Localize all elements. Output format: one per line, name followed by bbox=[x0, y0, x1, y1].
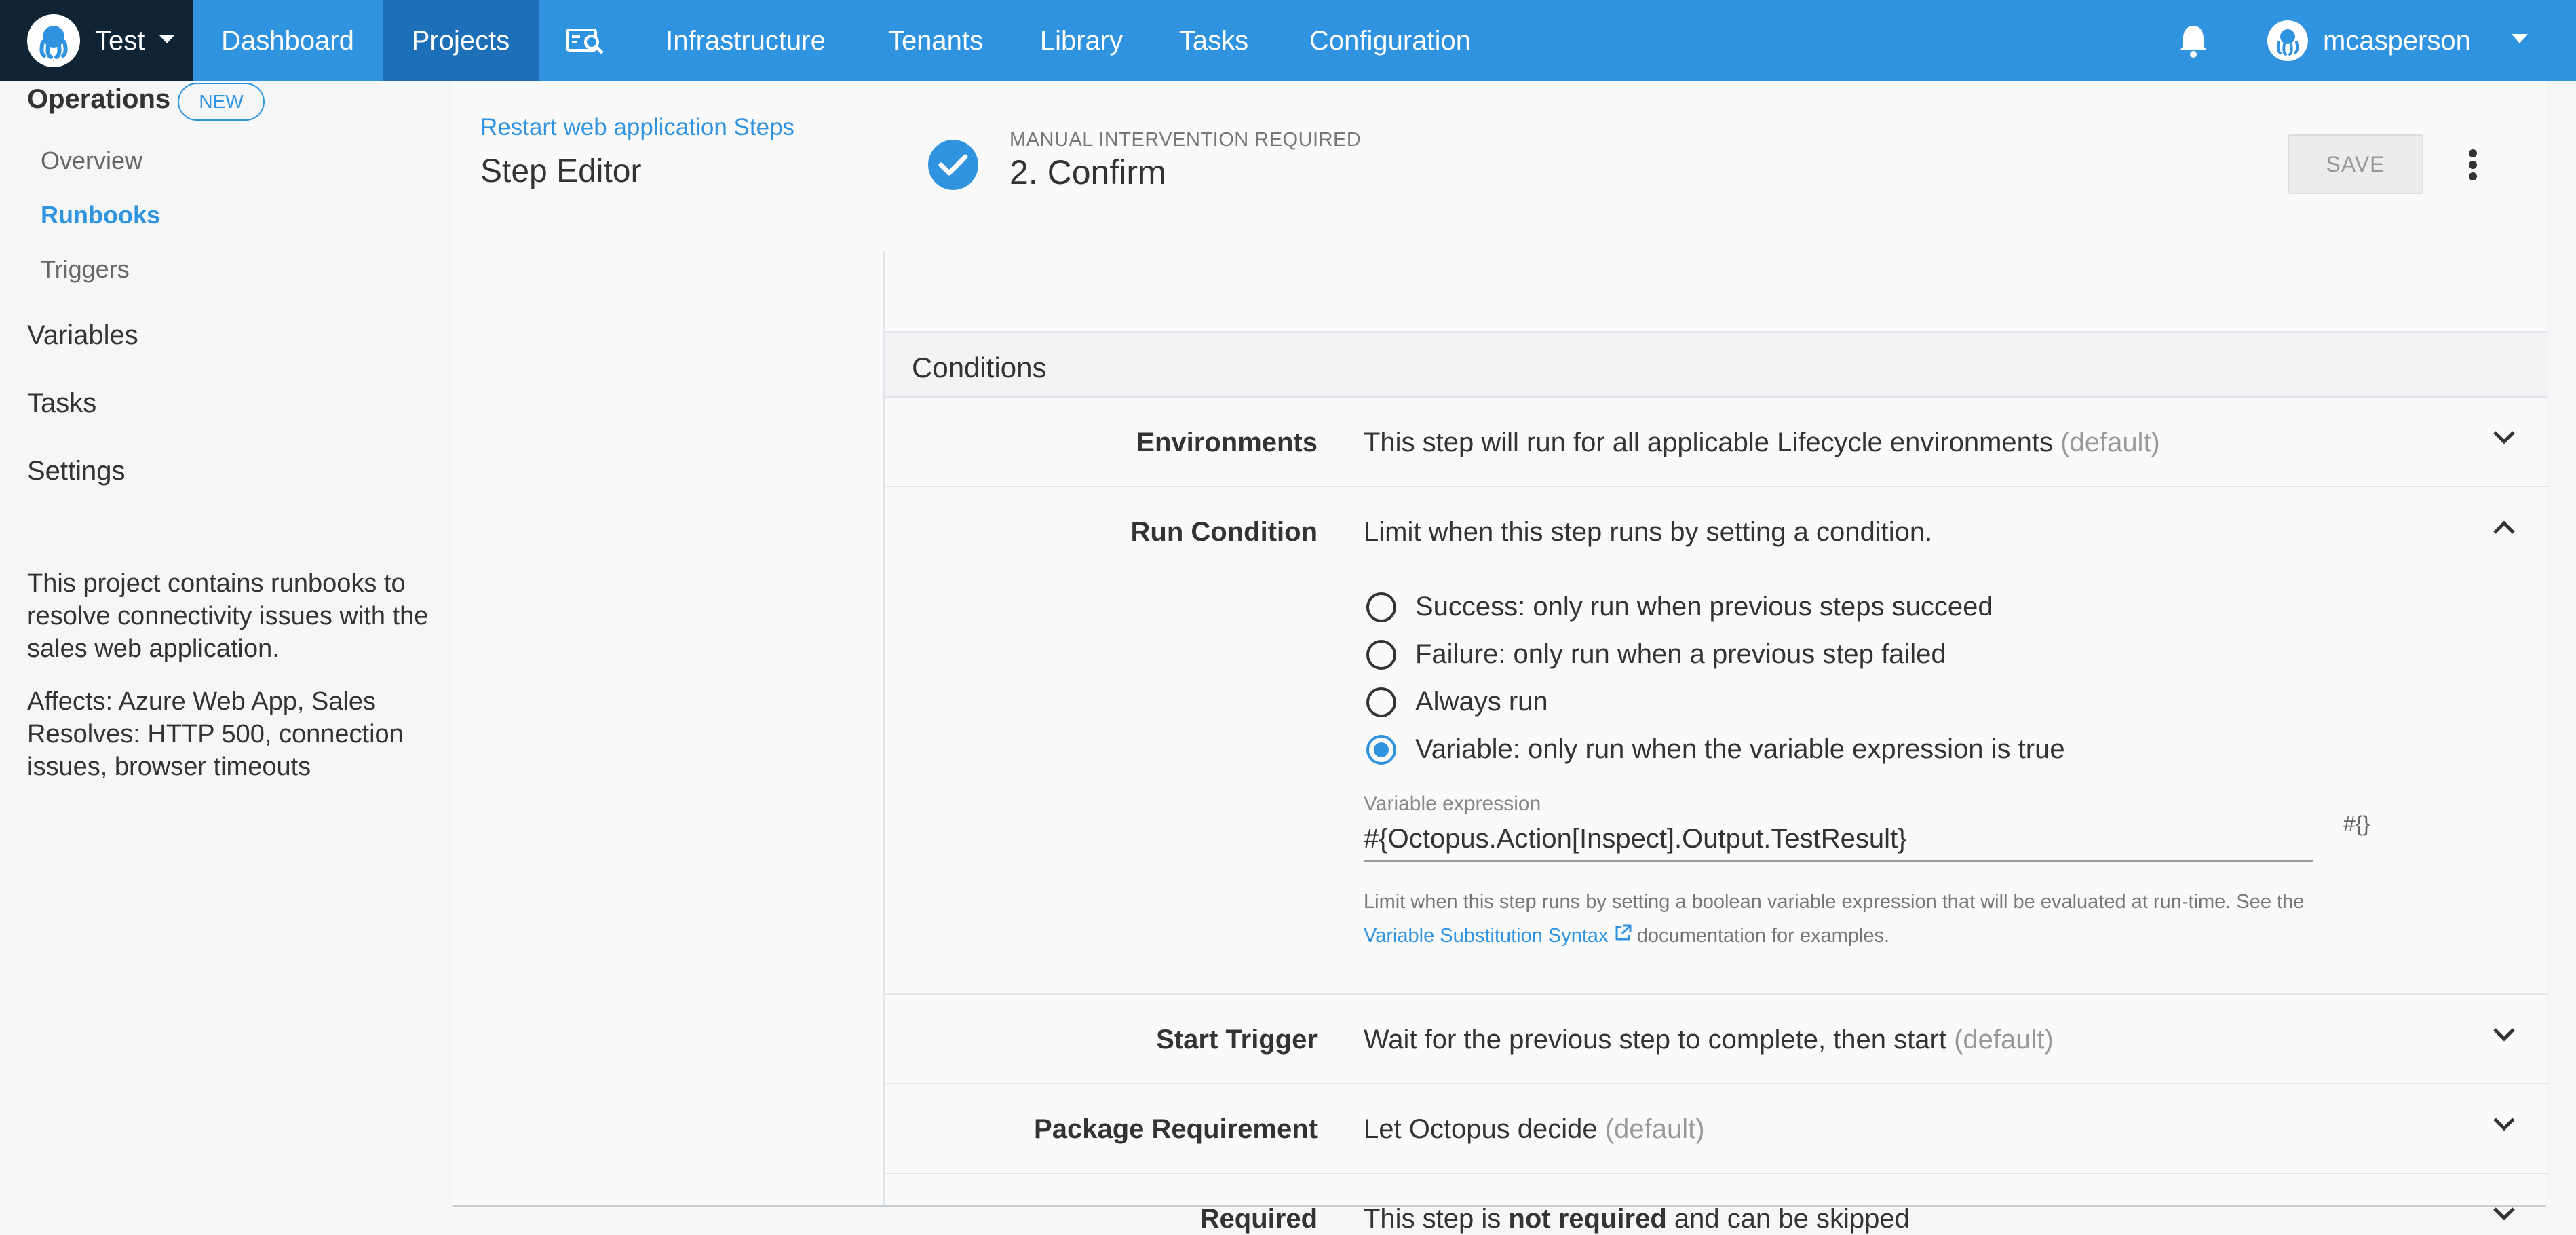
default-tag: (default) bbox=[2060, 428, 2160, 457]
required-row[interactable]: Required This step is not required and c… bbox=[885, 1174, 2548, 1234]
nav-tasks[interactable]: Tasks bbox=[1142, 0, 1285, 81]
username: mcasperson bbox=[2323, 25, 2471, 56]
step-editor-panel: Restart web application Steps Step Edito… bbox=[453, 81, 2548, 1234]
step-title: 2. Confirm bbox=[1010, 153, 1166, 191]
help-text: Limit when this step runs by setting a b… bbox=[1364, 891, 2305, 913]
radio-always[interactable]: Always run bbox=[1366, 687, 1548, 717]
radio-failure[interactable]: Failure: only run when a previous step f… bbox=[1366, 639, 1946, 670]
start-trigger-row[interactable]: Start Trigger Wait for the previous step… bbox=[885, 995, 2548, 1084]
variable-syntax-link[interactable]: Variable Substitution Syntax bbox=[1364, 924, 1632, 947]
sidebar-item-settings[interactable]: Settings bbox=[27, 456, 126, 487]
default-tag: (default) bbox=[1604, 1114, 1705, 1144]
external-link-icon bbox=[1615, 924, 1632, 940]
radio-unselected-icon bbox=[1366, 592, 1396, 622]
variable-expression-help: Limit when this step runs by setting a b… bbox=[1364, 885, 2395, 953]
user-menu[interactable]: mcasperson bbox=[2267, 0, 2471, 81]
conditions-title: Conditions bbox=[912, 352, 1047, 383]
sidebar-operations[interactable]: Operations bbox=[27, 84, 170, 115]
radio-unselected-icon bbox=[1366, 639, 1396, 670]
step-type: MANUAL INTERVENTION REQUIRED bbox=[1010, 129, 1362, 151]
chevron-down-icon[interactable] bbox=[2493, 1206, 2516, 1225]
project-description: This project contains runbooks to resolv… bbox=[27, 569, 429, 663]
chevron-down-icon[interactable] bbox=[2493, 1117, 2516, 1135]
save-button[interactable]: SAVE bbox=[2288, 134, 2423, 194]
page-title: Step Editor bbox=[480, 153, 642, 189]
start-trigger-value: Wait for the previous step to complete, … bbox=[1364, 1025, 2054, 1055]
run-condition-label: Run Condition bbox=[1130, 517, 1318, 547]
more-options-icon[interactable] bbox=[2468, 149, 2478, 184]
radio-success[interactable]: Success: only run when previous steps su… bbox=[1366, 592, 1993, 622]
default-tag: (default) bbox=[1954, 1025, 2054, 1054]
start-trigger-text: Wait for the previous step to complete, … bbox=[1364, 1025, 1946, 1054]
radio-success-label: Success: only run when previous steps su… bbox=[1415, 592, 1993, 622]
chevron-up-icon[interactable] bbox=[2493, 520, 2516, 538]
sidebar-item-runbooks[interactable]: Runbooks bbox=[41, 201, 160, 229]
environments-label: Environments bbox=[1136, 428, 1318, 457]
check-circle-icon bbox=[928, 140, 978, 190]
variable-expression-input[interactable]: #{Octopus.Action[Inspect].Output.TestRes… bbox=[1364, 820, 2313, 862]
nav-library[interactable]: Library bbox=[1020, 0, 1142, 81]
sidebar-item-tasks[interactable]: Tasks bbox=[27, 388, 96, 419]
package-requirement-value: Let Octopus decide (default) bbox=[1364, 1114, 1705, 1145]
project-affects: Affects: Azure Web App, Sales bbox=[27, 687, 377, 716]
space-switcher[interactable]: Test bbox=[0, 0, 193, 81]
nav-search-icon[interactable] bbox=[539, 0, 634, 81]
start-trigger-label: Start Trigger bbox=[1156, 1025, 1318, 1054]
package-requirement-text: Let Octopus decide bbox=[1364, 1114, 1598, 1144]
insert-variable-button[interactable]: #{} bbox=[2343, 812, 2370, 837]
radio-unselected-icon bbox=[1366, 687, 1396, 717]
required-label: Required bbox=[1199, 1204, 1318, 1234]
environments-row[interactable]: Environments This step will run for all … bbox=[885, 398, 2548, 487]
package-requirement-row[interactable]: Package Requirement Let Octopus decide (… bbox=[885, 1084, 2548, 1174]
bell-icon[interactable] bbox=[2178, 23, 2209, 62]
chevron-down-icon[interactable] bbox=[2493, 1027, 2516, 1046]
nav-dashboard[interactable]: Dashboard bbox=[193, 0, 383, 81]
nav-infrastructure[interactable]: Infrastructure bbox=[640, 0, 851, 81]
nav-projects[interactable]: Projects bbox=[383, 0, 539, 81]
new-badge: NEW bbox=[178, 83, 265, 121]
sidebar-item-variables[interactable]: Variables bbox=[27, 320, 138, 351]
variable-expression-label: Variable expression bbox=[1364, 793, 1541, 815]
breadcrumb[interactable]: Restart web application Steps bbox=[480, 114, 794, 141]
package-requirement-label: Package Requirement bbox=[1034, 1114, 1318, 1144]
top-navigation: Test Dashboard Projects Infrastructure T… bbox=[0, 0, 2576, 81]
avatar bbox=[2267, 20, 2308, 61]
nav-tenants[interactable]: Tenants bbox=[851, 0, 1020, 81]
sidebar-item-triggers[interactable]: Triggers bbox=[41, 255, 130, 284]
sidebar-item-overview[interactable]: Overview bbox=[41, 147, 142, 175]
required-value: This step is not required and can be ski… bbox=[1364, 1204, 1910, 1234]
radio-variable-label: Variable: only run when the variable exp… bbox=[1415, 734, 2065, 764]
run-condition-row: Run Condition Limit when this step runs … bbox=[885, 487, 2548, 995]
environments-text: This step will run for all applicable Li… bbox=[1364, 428, 2054, 457]
radio-failure-label: Failure: only run when a previous step f… bbox=[1415, 639, 1946, 669]
space-name: Test bbox=[95, 25, 145, 56]
run-condition-summary: Limit when this step runs by setting a c… bbox=[1364, 517, 1933, 547]
project-resolves: Resolves: HTTP 500, connection issues, b… bbox=[27, 720, 404, 781]
help-text-tail: documentation for examples. bbox=[1636, 925, 1890, 947]
radio-always-label: Always run bbox=[1415, 687, 1548, 717]
required-text-pre: This step is bbox=[1364, 1204, 1501, 1234]
chevron-down-icon[interactable] bbox=[2493, 430, 2516, 449]
conditions-section: Conditions Environments This step will r… bbox=[883, 251, 2548, 1234]
radio-variable[interactable]: Variable: only run when the variable exp… bbox=[1366, 734, 2065, 765]
required-text-post: and can be skipped bbox=[1674, 1204, 1910, 1234]
environments-value: This step will run for all applicable Li… bbox=[1364, 428, 2160, 458]
caret-down-icon[interactable] bbox=[2510, 33, 2529, 48]
project-sidebar: Operations NEW Overview Runbooks Trigger… bbox=[0, 81, 453, 1235]
radio-selected-icon bbox=[1366, 734, 1396, 765]
required-text-bold: not required bbox=[1508, 1204, 1667, 1234]
nav-configuration[interactable]: Configuration bbox=[1285, 0, 1495, 81]
caret-down-icon bbox=[158, 34, 176, 48]
conditions-header: Conditions bbox=[885, 331, 2548, 398]
octopus-logo-icon bbox=[27, 14, 80, 67]
